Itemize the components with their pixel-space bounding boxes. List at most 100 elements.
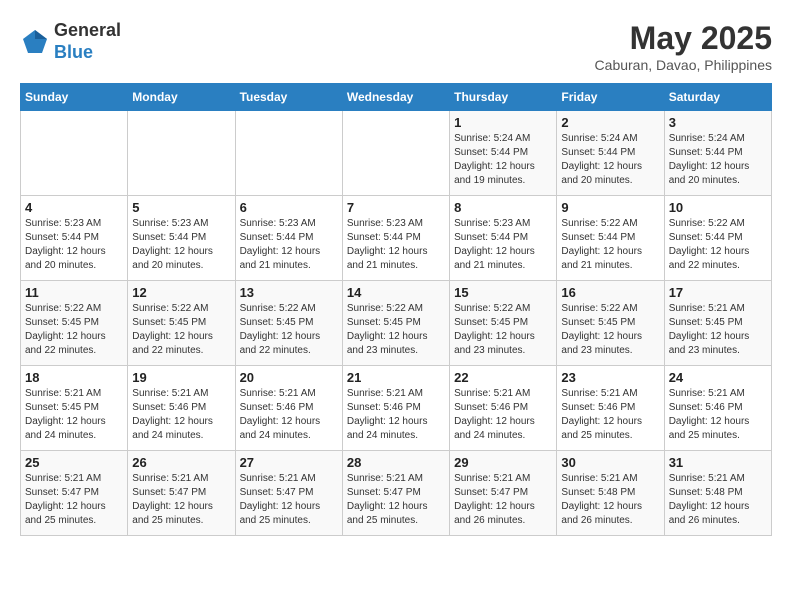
day-number: 13 <box>240 285 338 300</box>
day-info: Sunrise: 5:21 AM Sunset: 5:47 PM Dayligh… <box>347 472 445 528</box>
day-info: Sunrise: 5:21 AM Sunset: 5:48 PM Dayligh… <box>669 472 767 528</box>
day-info: Sunrise: 5:21 AM Sunset: 5:46 PM Dayligh… <box>561 387 659 443</box>
day-info: Sunrise: 5:22 AM Sunset: 5:45 PM Dayligh… <box>347 302 445 358</box>
day-number: 12 <box>132 285 230 300</box>
day-number: 24 <box>669 370 767 385</box>
logo-text: General Blue <box>54 20 121 63</box>
weekday-header-saturday: Saturday <box>664 84 771 111</box>
day-number: 6 <box>240 200 338 215</box>
calendar-cell: 20Sunrise: 5:21 AM Sunset: 5:46 PM Dayli… <box>235 366 342 451</box>
logo-line2: Blue <box>54 42 121 64</box>
calendar-cell: 19 Sunrise: 5:21 AM Sunset: 5:46 PM Dayli… <box>128 366 235 451</box>
day-info: Sunrise: 5:22 AM Sunset: 5:45 PM Dayligh… <box>240 302 338 358</box>
page-header: General Blue May 2025 Caburan, Davao, Ph… <box>20 20 772 73</box>
day-number: 2 <box>561 115 659 130</box>
calendar-cell: 6Sunrise: 5:23 AM Sunset: 5:44 PM Daylig… <box>235 196 342 281</box>
title-block: May 2025 Caburan, Davao, Philippines <box>595 20 772 73</box>
calendar-cell: 29Sunrise: 5:21 AM Sunset: 5:47 PM Dayli… <box>450 451 557 536</box>
calendar-cell: 8 Sunrise: 5:23 AM Sunset: 5:44 PM Daylig… <box>450 196 557 281</box>
calendar-week-5: 25 Sunrise: 5:21 AM Sunset: 5:47 PM Dayli… <box>21 451 772 536</box>
day-number: 21 <box>347 370 445 385</box>
day-info: Sunrise: 5:24 AM Sunset: 5:44 PM Dayligh… <box>454 132 552 188</box>
day-info: Sunrise: 5:22 AM Sunset: 5:45 PM Dayligh… <box>454 302 552 358</box>
calendar-cell: 14 Sunrise: 5:22 AM Sunset: 5:45 PM Dayli… <box>342 281 449 366</box>
weekday-header-monday: Monday <box>128 84 235 111</box>
weekday-header-thursday: Thursday <box>450 84 557 111</box>
weekday-header-sunday: Sunday <box>21 84 128 111</box>
day-number: 26 <box>132 455 230 470</box>
day-number: 19 <box>132 370 230 385</box>
weekday-header-tuesday: Tuesday <box>235 84 342 111</box>
calendar-cell: 27Sunrise: 5:21 AM Sunset: 5:47 PM Dayli… <box>235 451 342 536</box>
day-number: 30 <box>561 455 659 470</box>
calendar-cell: 21Sunrise: 5:21 AM Sunset: 5:46 PM Dayli… <box>342 366 449 451</box>
day-number: 25 <box>25 455 123 470</box>
calendar-cell: 28Sunrise: 5:21 AM Sunset: 5:47 PM Dayli… <box>342 451 449 536</box>
calendar-cell: 5Sunrise: 5:23 AM Sunset: 5:44 PM Daylig… <box>128 196 235 281</box>
location-subtitle: Caburan, Davao, Philippines <box>595 57 772 73</box>
day-info: Sunrise: 5:21 AM Sunset: 5:46 PM Dayligh… <box>669 387 767 443</box>
day-info: Sunrise: 5:21 AM Sunset: 5:47 PM Dayligh… <box>132 472 230 528</box>
day-number: 3 <box>669 115 767 130</box>
calendar-cell <box>21 111 128 196</box>
day-info: Sunrise: 5:22 AM Sunset: 5:45 PM Dayligh… <box>25 302 123 358</box>
day-info: Sunrise: 5:21 AM Sunset: 5:46 PM Dayligh… <box>132 387 230 443</box>
day-info: Sunrise: 5:24 AM Sunset: 5:44 PM Dayligh… <box>561 132 659 188</box>
day-number: 7 <box>347 200 445 215</box>
calendar-cell: 31Sunrise: 5:21 AM Sunset: 5:48 PM Dayli… <box>664 451 771 536</box>
day-info: Sunrise: 5:22 AM Sunset: 5:45 PM Dayligh… <box>132 302 230 358</box>
day-number: 14 <box>347 285 445 300</box>
day-info: Sunrise: 5:24 AM Sunset: 5:44 PM Dayligh… <box>669 132 767 188</box>
day-info: Sunrise: 5:21 AM Sunset: 5:46 PM Dayligh… <box>454 387 552 443</box>
day-info: Sunrise: 5:21 AM Sunset: 5:45 PM Dayligh… <box>669 302 767 358</box>
day-number: 22 <box>454 370 552 385</box>
calendar-cell: 16Sunrise: 5:22 AM Sunset: 5:45 PM Dayli… <box>557 281 664 366</box>
calendar-week-4: 18 Sunrise: 5:21 AM Sunset: 5:45 PM Dayli… <box>21 366 772 451</box>
calendar-cell: 24 Sunrise: 5:21 AM Sunset: 5:46 PM Dayli… <box>664 366 771 451</box>
day-number: 15 <box>454 285 552 300</box>
day-number: 29 <box>454 455 552 470</box>
day-info: Sunrise: 5:23 AM Sunset: 5:44 PM Dayligh… <box>347 217 445 273</box>
calendar-header: SundayMondayTuesdayWednesdayThursdayFrid… <box>21 84 772 111</box>
day-number: 9 <box>561 200 659 215</box>
day-info: Sunrise: 5:23 AM Sunset: 5:44 PM Dayligh… <box>132 217 230 273</box>
calendar-cell: 2 Sunrise: 5:24 AM Sunset: 5:44 PM Daylig… <box>557 111 664 196</box>
day-number: 8 <box>454 200 552 215</box>
calendar-cell: 10Sunrise: 5:22 AM Sunset: 5:44 PM Dayli… <box>664 196 771 281</box>
calendar-cell: 17 Sunrise: 5:21 AM Sunset: 5:45 PM Dayli… <box>664 281 771 366</box>
day-info: Sunrise: 5:21 AM Sunset: 5:48 PM Dayligh… <box>561 472 659 528</box>
calendar-cell: 9 Sunrise: 5:22 AM Sunset: 5:44 PM Daylig… <box>557 196 664 281</box>
calendar-cell: 15 Sunrise: 5:22 AM Sunset: 5:45 PM Dayli… <box>450 281 557 366</box>
logo: General Blue <box>20 20 121 63</box>
logo-icon <box>20 27 50 57</box>
day-number: 23 <box>561 370 659 385</box>
calendar-cell: 25 Sunrise: 5:21 AM Sunset: 5:47 PM Dayli… <box>21 451 128 536</box>
day-number: 17 <box>669 285 767 300</box>
calendar-week-1: 1Sunrise: 5:24 AM Sunset: 5:44 PM Daylig… <box>21 111 772 196</box>
day-number: 27 <box>240 455 338 470</box>
day-number: 18 <box>25 370 123 385</box>
calendar-cell: 12 Sunrise: 5:22 AM Sunset: 5:45 PM Dayli… <box>128 281 235 366</box>
calendar-cell: 13 Sunrise: 5:22 AM Sunset: 5:45 PM Dayli… <box>235 281 342 366</box>
calendar-cell: 26 Sunrise: 5:21 AM Sunset: 5:47 PM Dayli… <box>128 451 235 536</box>
calendar-week-2: 4 Sunrise: 5:23 AM Sunset: 5:44 PM Daylig… <box>21 196 772 281</box>
calendar-cell <box>235 111 342 196</box>
day-info: Sunrise: 5:22 AM Sunset: 5:44 PM Dayligh… <box>561 217 659 273</box>
month-title: May 2025 <box>595 20 772 57</box>
day-info: Sunrise: 5:21 AM Sunset: 5:45 PM Dayligh… <box>25 387 123 443</box>
calendar-cell <box>342 111 449 196</box>
day-number: 20 <box>240 370 338 385</box>
calendar-week-3: 11 Sunrise: 5:22 AM Sunset: 5:45 PM Dayli… <box>21 281 772 366</box>
calendar-table: SundayMondayTuesdayWednesdayThursdayFrid… <box>20 83 772 536</box>
calendar-cell <box>128 111 235 196</box>
day-number: 11 <box>25 285 123 300</box>
day-number: 4 <box>25 200 123 215</box>
day-info: Sunrise: 5:21 AM Sunset: 5:47 PM Dayligh… <box>25 472 123 528</box>
day-info: Sunrise: 5:23 AM Sunset: 5:44 PM Dayligh… <box>454 217 552 273</box>
calendar-cell: 1Sunrise: 5:24 AM Sunset: 5:44 PM Daylig… <box>450 111 557 196</box>
calendar-cell: 3 Sunrise: 5:24 AM Sunset: 5:44 PM Daylig… <box>664 111 771 196</box>
calendar-cell: 7 Sunrise: 5:23 AM Sunset: 5:44 PM Daylig… <box>342 196 449 281</box>
calendar-body: 1Sunrise: 5:24 AM Sunset: 5:44 PM Daylig… <box>21 111 772 536</box>
day-number: 10 <box>669 200 767 215</box>
calendar-cell: 4Sunrise: 5:23 AM Sunset: 5:44 PM Daylig… <box>21 196 128 281</box>
